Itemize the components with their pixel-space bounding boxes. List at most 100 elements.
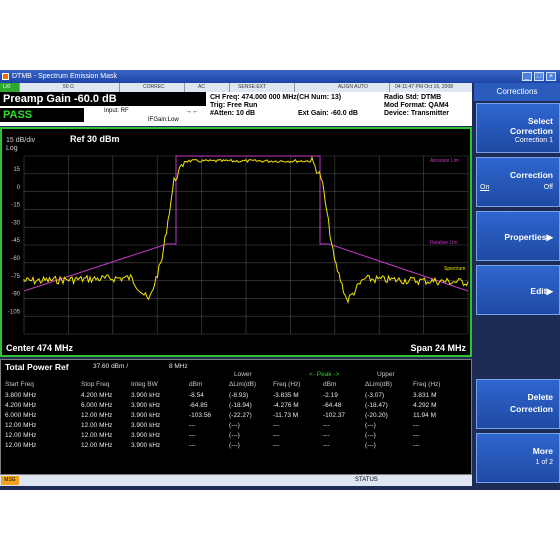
minimize-button[interactable]: _ (522, 72, 532, 81)
select-correction-softkey[interactable]: Select Correction Correction 1 (476, 103, 560, 153)
column-header: Freq (Hz) (413, 381, 441, 388)
y-tick-label: -30 (11, 220, 20, 226)
table-cell: --- (323, 432, 330, 439)
table-cell: 3.900 kHz (131, 402, 161, 409)
table-cell: --- (273, 442, 280, 449)
table-cell: -11.73 M (273, 412, 299, 419)
softkey-value: Correction 1 (514, 137, 553, 144)
message-indicator[interactable]: MSG (1, 476, 19, 485)
table-cell: --- (189, 432, 196, 439)
toggle-off-label: Off (543, 184, 553, 191)
trigger-info: Trig: Free Run (210, 102, 258, 109)
table-cell: 12.00 MHz (5, 442, 37, 449)
table-cell: --- (273, 422, 280, 429)
input-arrow-icon: →← (185, 108, 199, 115)
radio-standard: Radio Std: DTMB (384, 94, 442, 101)
table-cell: (---) (229, 432, 240, 439)
table-cell: 4.292 M (413, 402, 437, 409)
table-cell: 12.00 MHz (81, 432, 113, 439)
softkey-label: Correction (510, 404, 553, 414)
status-bar: MSG STATUS (0, 475, 472, 486)
column-header: Start Freq (5, 381, 34, 388)
softkey-menu: Corrections Select Correction Correction… (474, 83, 560, 488)
properties-softkey[interactable]: Properties▶ (476, 211, 560, 261)
table-cell: 6.000 MHz (81, 402, 113, 409)
absolute-limit-label: Absolute Lim (430, 158, 459, 164)
log-label: Log (6, 145, 18, 152)
column-header: dBm (189, 381, 203, 388)
correction-toggle-softkey[interactable]: Correction On Off (476, 157, 560, 207)
column-header: ΔLim(dB) (229, 381, 257, 388)
instrument-status-strip: LXI 50 Ω CORREC AC SENSE:EXT ALIGN AUTO … (0, 83, 472, 92)
attenuation-info: #Atten: 10 dB (210, 110, 256, 117)
table-cell: -64.48 (323, 402, 342, 409)
ext-gain-info: Ext Gain: -60.0 dB (298, 110, 358, 117)
close-button[interactable]: × (546, 72, 556, 81)
sense-status: SENSE:EXT (235, 83, 295, 92)
table-cell: -3.835 M (273, 392, 299, 399)
table-cell: 4.200 MHz (81, 392, 113, 399)
spectrum-plot[interactable]: 15 dB/div Ref 30 dBm Log 15 0 -15 -30 -45 -60… (0, 127, 472, 357)
softkey-label: Properties▶ (504, 232, 553, 242)
scale-label: 15 dB/div (6, 137, 36, 144)
more-softkey[interactable]: More 1 of 2 (476, 433, 560, 483)
maximize-button[interactable]: □ (534, 72, 544, 81)
table-cell: --- (413, 422, 420, 429)
y-tick-label: -75 (11, 274, 20, 280)
table-cell: (-3.07) (365, 392, 385, 399)
table-cell: (-20.20) (365, 412, 388, 419)
ifgain-label: IFGain:Low (148, 117, 179, 123)
channel-frequency: CH Freq: 474.000 000 MHz(CH Num: 13) (210, 94, 342, 101)
toggle-on-label: On (480, 184, 490, 191)
correction-status: CORREC (140, 83, 185, 92)
table-cell: --- (189, 422, 196, 429)
table-cell: 3.900 kHz (131, 432, 161, 439)
table-cell: --- (323, 442, 330, 449)
table-cell: --- (273, 432, 280, 439)
window-title: DTMB - Spectrum Emission Mask (12, 73, 118, 80)
center-frequency: Center 474 MHz (6, 343, 74, 353)
softkey-label: More (532, 446, 553, 456)
table-cell: -4.276 M (273, 402, 299, 409)
lxi-indicator: LXI (0, 83, 20, 92)
spectrum-plot-svg: 15 dB/div Ref 30 dBm Log 15 0 -15 -30 -45 -60… (6, 134, 469, 353)
y-tick-label: -90 (11, 292, 20, 298)
y-axis-ticks: 15 0 -15 -30 -45 -60 -75 -90 -105 (8, 167, 21, 315)
column-header: Stop Freq (81, 381, 110, 388)
table-cell: -8.54 (189, 392, 204, 399)
table-cell: (-8.93) (229, 392, 249, 399)
softkey-label: Correction (510, 126, 553, 136)
y-tick-label: -15 (11, 203, 20, 209)
table-cell: --- (189, 442, 196, 449)
table-cell: 3.900 kHz (131, 392, 161, 399)
mod-format: Mod Format: QAM4 (384, 102, 449, 109)
table-cell: 3.831 M (413, 392, 437, 399)
edit-softkey[interactable]: Edit▶ (476, 265, 560, 315)
table-cell: -102.37 (323, 412, 346, 419)
impedance-status: 50 Ω (60, 83, 120, 92)
column-header: Integ BW (131, 381, 158, 388)
column-header: Freq (Hz) (273, 381, 301, 388)
peak-group-label: <- Peak -> (309, 371, 340, 378)
table-cell: 3.900 kHz (131, 422, 161, 429)
table-cell: (-22.27) (229, 412, 252, 419)
softkey-label: Select (527, 116, 553, 126)
menu-title: Corrections (474, 83, 560, 101)
table-cell: (---) (365, 442, 376, 449)
window-title-bar: DTMB - Spectrum Emission Mask _ □ × (0, 70, 560, 83)
delete-correction-softkey[interactable]: Delete Correction (476, 379, 560, 429)
table-cell: 11.94 M (413, 412, 437, 419)
table-cell: -103.56 (189, 412, 212, 419)
align-status: ALIGN AUTO (335, 83, 390, 92)
table-cell: --- (323, 422, 330, 429)
table-cell: 6.000 MHz (5, 412, 37, 419)
spectrum-trace-label: Spectrum (444, 266, 465, 272)
table-cell: (-18.94) (229, 402, 252, 409)
total-power-ref-value: 37.60 dBm / (93, 363, 129, 370)
datetime: 04:11:47 PM Oct 16, 2008 (395, 84, 454, 90)
table-cell: (---) (229, 442, 240, 449)
table-cell: (---) (365, 432, 376, 439)
input-label: Input: RF (104, 108, 129, 114)
upper-group-label: Upper (377, 371, 395, 378)
column-header: dBm (323, 381, 337, 388)
